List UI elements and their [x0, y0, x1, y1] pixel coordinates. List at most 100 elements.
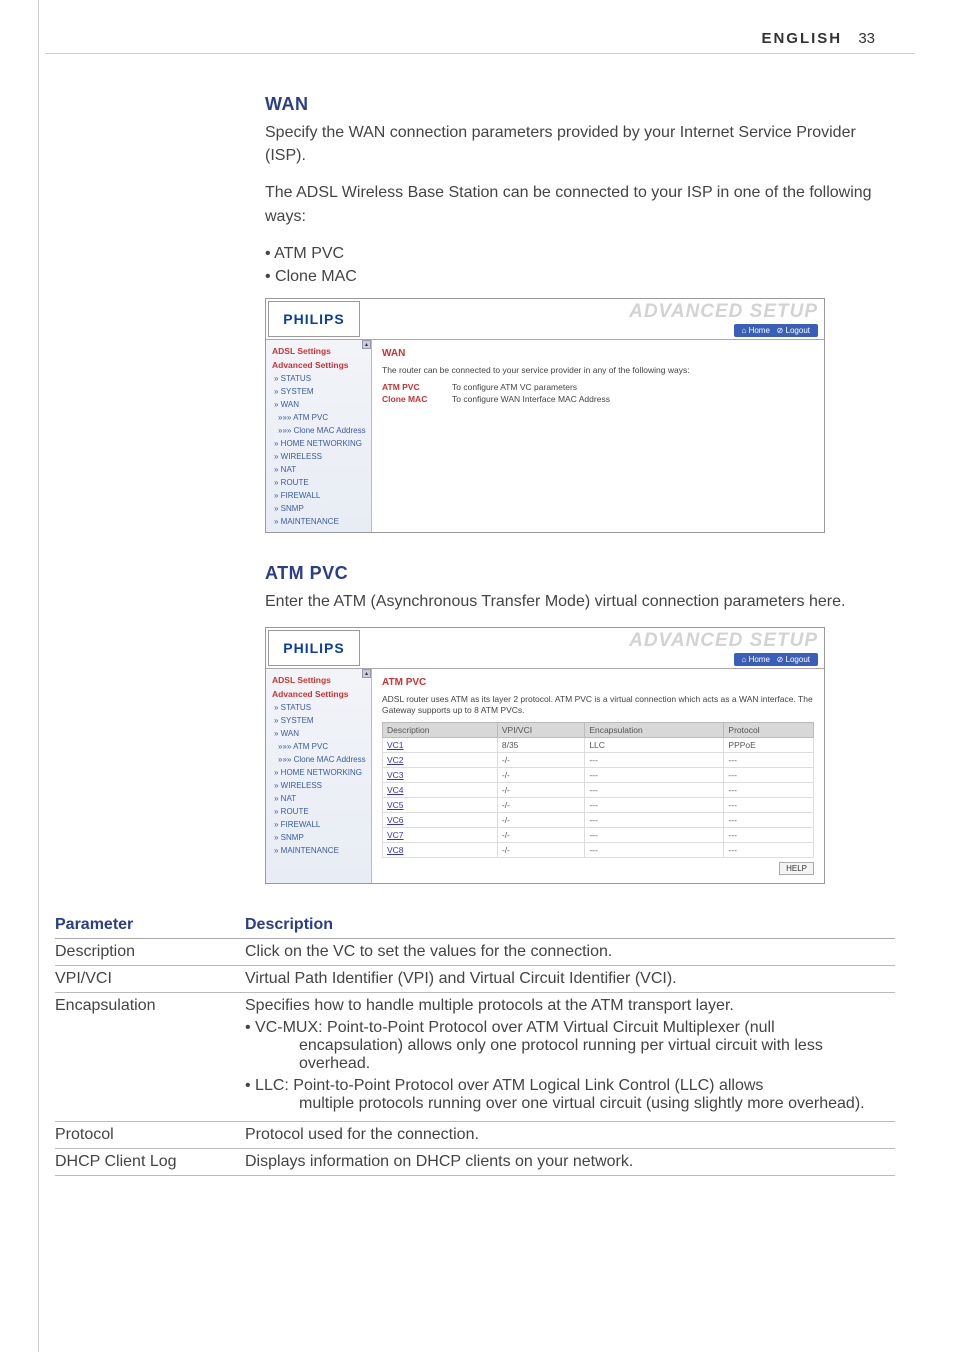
- vc-enc: ---: [585, 783, 724, 798]
- nav-wireless[interactable]: » WIRELESS: [266, 779, 371, 792]
- ss1-heading: WAN: [382, 348, 814, 359]
- vc-enc: ---: [585, 798, 724, 813]
- scrollbar-up-icon[interactable]: ▴: [362, 669, 371, 678]
- nav-atm-pvc[interactable]: »»» ATM PVC: [266, 411, 371, 424]
- nav-wireless[interactable]: » WIRELESS: [266, 450, 371, 463]
- vc-link[interactable]: VC3: [383, 768, 498, 783]
- vc-link[interactable]: VC7: [383, 828, 498, 843]
- vc-link[interactable]: VC6: [383, 813, 498, 828]
- ss2-nav: ▴ ADSL Settings Advanced Settings » STAT…: [266, 669, 372, 883]
- encap-intro: Specifies how to handle multiple protoco…: [245, 997, 734, 1014]
- vc-vpi: -/-: [497, 783, 584, 798]
- param-row: Encapsulation Specifies how to handle mu…: [55, 993, 895, 1122]
- nav-maintenance[interactable]: » MAINTENANCE: [266, 844, 371, 857]
- table-row: VC6-/-------: [383, 813, 814, 828]
- advanced-setup-title: ADVANCED SETUP: [629, 630, 818, 652]
- logout-link[interactable]: ⊘ Logout: [777, 326, 810, 335]
- vc-link[interactable]: VC5: [383, 798, 498, 813]
- vc-enc: ---: [585, 768, 724, 783]
- vc-vpi: -/-: [497, 753, 584, 768]
- ss2-body: ▴ ADSL Settings Advanced Settings » STAT…: [266, 669, 824, 883]
- wan-para2: The ADSL Wireless Base Station can be co…: [265, 181, 885, 227]
- param-header: Parameter: [55, 912, 245, 939]
- section-wan: WAN Specify the WAN connection parameter…: [265, 94, 885, 884]
- vc-vpi: -/-: [497, 798, 584, 813]
- nav-system[interactable]: » SYSTEM: [266, 385, 371, 398]
- nav-status[interactable]: » STATUS: [266, 701, 371, 714]
- vc-vpi: -/-: [497, 828, 584, 843]
- param-name: Protocol: [55, 1122, 245, 1149]
- vc-link[interactable]: VC1: [383, 738, 498, 753]
- ss1-clone-label[interactable]: Clone MAC: [382, 394, 452, 404]
- ss2-topbar: PHILIPS ADVANCED SETUP ⌂ Home ⊘ Logout: [266, 628, 824, 669]
- param-row: Description Click on the VC to set the v…: [55, 939, 895, 966]
- nav-atm-pvc[interactable]: »»» ATM PVC: [266, 740, 371, 753]
- vc-proto: ---: [724, 783, 814, 798]
- nav-system[interactable]: » SYSTEM: [266, 714, 371, 727]
- nav-home-networking[interactable]: » HOME NETWORKING: [266, 766, 371, 779]
- vc-enc: LLC: [585, 738, 724, 753]
- vc-link[interactable]: VC2: [383, 753, 498, 768]
- nav-clone-mac[interactable]: »»» Clone MAC Address: [266, 753, 371, 766]
- vc-link[interactable]: VC8: [383, 843, 498, 858]
- th-enc: Encapsulation: [585, 723, 724, 738]
- nav-clone-mac[interactable]: »»» Clone MAC Address: [266, 424, 371, 437]
- atm-para1: Enter the ATM (Asynchronous Transfer Mod…: [265, 590, 885, 613]
- ss1-atm-desc: To configure ATM VC parameters: [452, 382, 577, 392]
- vc-vpi: -/-: [497, 768, 584, 783]
- help-button[interactable]: HELP: [779, 862, 814, 875]
- param-desc: Protocol used for the connection.: [245, 1122, 895, 1149]
- atm-title: ATM PVC: [265, 563, 885, 584]
- wan-bullet-clone: • Clone MAC: [265, 265, 885, 288]
- nav-route[interactable]: » ROUTE: [266, 476, 371, 489]
- nav-snmp[interactable]: » SNMP: [266, 502, 371, 515]
- ss1-row-clone: Clone MAC To configure WAN Interface MAC…: [382, 394, 814, 404]
- param-desc: Specifies how to handle multiple protoco…: [245, 993, 895, 1122]
- nav-snmp[interactable]: » SNMP: [266, 831, 371, 844]
- advanced-setup-title: ADVANCED SETUP: [629, 301, 818, 323]
- ss1-atm-label[interactable]: ATM PVC: [382, 382, 452, 392]
- nav-header-advanced: Advanced Settings: [266, 358, 371, 372]
- table-row: VC4-/-------: [383, 783, 814, 798]
- table-row: VC18/35LLCPPPoE: [383, 738, 814, 753]
- vc-enc: ---: [585, 813, 724, 828]
- home-link[interactable]: ⌂ Home: [742, 655, 770, 664]
- nav-route[interactable]: » ROUTE: [266, 805, 371, 818]
- ss1-main: WAN The router can be connected to your …: [372, 340, 824, 532]
- table-row: VC8-/-------: [383, 843, 814, 858]
- ss1-clone-desc: To configure WAN Interface MAC Address: [452, 394, 610, 404]
- param-row: Protocol Protocol used for the connectio…: [55, 1122, 895, 1149]
- left-margin-rule: [38, 0, 39, 1352]
- th-proto: Protocol: [724, 723, 814, 738]
- vc-vpi: -/-: [497, 843, 584, 858]
- vc-proto: ---: [724, 768, 814, 783]
- param-name: Description: [55, 939, 245, 966]
- nav-wan[interactable]: » WAN: [266, 727, 371, 740]
- param-name: Encapsulation: [55, 993, 245, 1122]
- logout-link[interactable]: ⊘ Logout: [777, 655, 810, 664]
- table-row: VC5-/-------: [383, 798, 814, 813]
- nav-maintenance[interactable]: » MAINTENANCE: [266, 515, 371, 528]
- vc-vpi: -/-: [497, 813, 584, 828]
- nav-home-networking[interactable]: » HOME NETWORKING: [266, 437, 371, 450]
- vc-link[interactable]: VC4: [383, 783, 498, 798]
- vc-vpi: 8/35: [497, 738, 584, 753]
- vc-enc: ---: [585, 753, 724, 768]
- nav-nat[interactable]: » NAT: [266, 463, 371, 476]
- nav-status[interactable]: » STATUS: [266, 372, 371, 385]
- home-link[interactable]: ⌂ Home: [742, 326, 770, 335]
- wan-bullet-atm: • ATM PVC: [265, 242, 885, 265]
- param-desc: Displays information on DHCP clients on …: [245, 1149, 895, 1176]
- table-row: VC2-/-------: [383, 753, 814, 768]
- nav-firewall[interactable]: » FIREWALL: [266, 818, 371, 831]
- param-row: VPI/VCI Virtual Path Identifier (VPI) an…: [55, 966, 895, 993]
- nav-nat[interactable]: » NAT: [266, 792, 371, 805]
- nav-wan[interactable]: » WAN: [266, 398, 371, 411]
- nav-firewall[interactable]: » FIREWALL: [266, 489, 371, 502]
- scrollbar-up-icon[interactable]: ▴: [362, 340, 371, 349]
- screenshot-atm: PHILIPS ADVANCED SETUP ⌂ Home ⊘ Logout ▴…: [265, 627, 825, 884]
- philips-logo: PHILIPS: [268, 301, 360, 337]
- ss1-row-atm: ATM PVC To configure ATM VC parameters: [382, 382, 814, 392]
- table-row: VC7-/-------: [383, 828, 814, 843]
- param-name: VPI/VCI: [55, 966, 245, 993]
